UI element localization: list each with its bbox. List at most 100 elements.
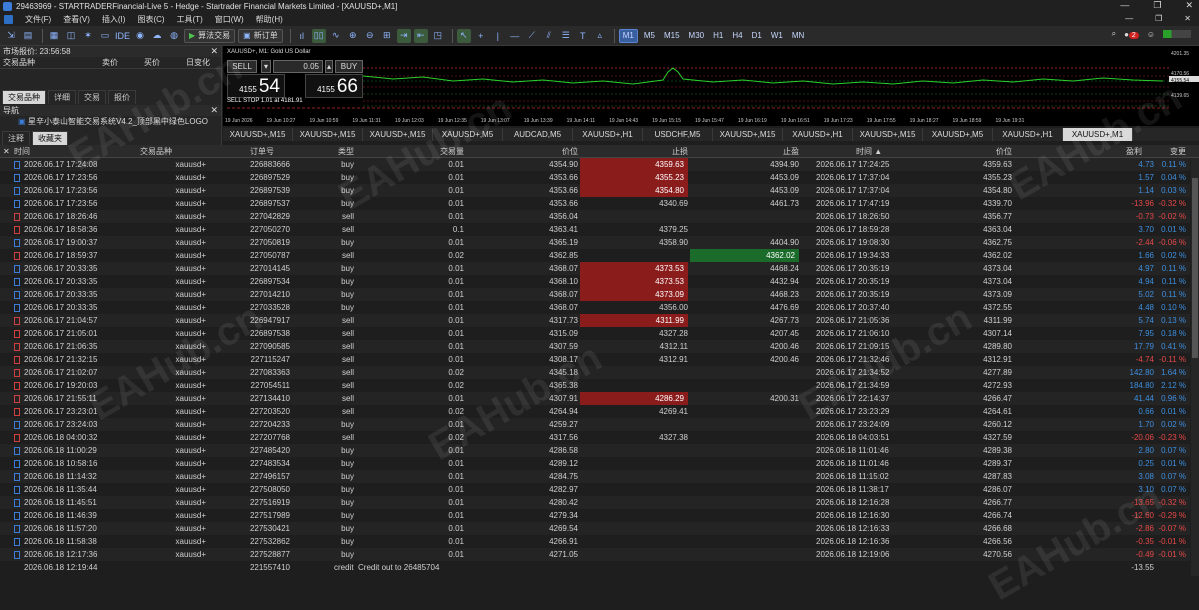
mdi-minimize-icon[interactable]: — <box>1125 14 1133 23</box>
table-row[interactable]: 2026.06.18 11:14:32 xauusd+ 227496157 buy 0.… <box>0 470 1190 483</box>
col-symbol[interactable]: 交易品种 <box>140 145 206 158</box>
table-row[interactable]: 2026.06.17 17:23:56 xauusd+ 226897529 buy 0.… <box>0 171 1190 184</box>
sell-button[interactable]: SELL <box>227 60 257 73</box>
close-icon[interactable]: ✕ <box>210 105 218 116</box>
lot-up-icon[interactable]: ▴ <box>325 60 333 73</box>
table-row[interactable]: 2026.06.18 10:58:16 xauusd+ 227483534 buy 0.… <box>0 457 1190 470</box>
col-ticket[interactable]: 订单号 <box>250 145 290 158</box>
table-row[interactable]: 2026.06.18 11:45:51 xauusd+ 227516919 buy 0.… <box>0 496 1190 509</box>
new-chart-icon[interactable]: ⇲ <box>4 29 18 43</box>
chart-tab[interactable]: XAUUSD+,M15 <box>853 128 923 141</box>
time-axis[interactable]: 19 Jun 2026 19 Jun 10:27 19 Jun 10:59 19 Ju… <box>223 118 1169 126</box>
table-row[interactable]: 2026.06.18 12:17:36 xauusd+ 227528877 buy 0.… <box>0 548 1190 561</box>
market-icon[interactable]: ◍ <box>167 29 181 43</box>
tf-m15[interactable]: M15 <box>661 29 683 43</box>
tab-comments[interactable]: 注释 <box>2 131 30 145</box>
channel-icon[interactable]: ⫽ <box>542 29 556 43</box>
table-row[interactable]: 2026.06.17 21:32:15 xauusd+ 227115247 sell 0… <box>0 353 1190 366</box>
col-open-price[interactable]: 价位 <box>562 145 578 158</box>
mdi-restore-icon[interactable]: ❐ <box>1155 14 1162 23</box>
autoscroll-icon[interactable]: ⇥ <box>396 28 411 43</box>
sell-price[interactable]: 4155 54 <box>227 74 285 98</box>
tab-details[interactable]: 详细 <box>48 90 76 104</box>
table-row[interactable]: 2026.06.17 21:04:57 xauusd+ 226947917 sell 0… <box>0 314 1190 327</box>
col-volume[interactable]: 交易量 <box>440 145 464 158</box>
chart-shift-icon[interactable]: ⇤ <box>413 28 428 43</box>
chart-tab[interactable]: XAUUSD+,H1 <box>573 128 643 141</box>
terminal-icon[interactable]: ▭ <box>98 29 112 43</box>
close-icon[interactable]: ✕ <box>3 145 10 158</box>
profiles-icon[interactable]: ▤ <box>21 29 35 43</box>
search-icon[interactable]: ⌕ <box>1112 29 1116 39</box>
tf-m1[interactable]: M1 <box>618 28 638 43</box>
chart-tab[interactable]: XAUUSD+,M5 <box>433 128 503 141</box>
close-icon[interactable]: ✕ <box>210 46 218 57</box>
table-row[interactable]: 2026.06.17 18:58:36 xauusd+ 227050270 sell 0… <box>0 223 1190 236</box>
tf-m5[interactable]: M5 <box>641 29 658 43</box>
new-order-button[interactable]: ▣ 新订单 <box>238 28 283 43</box>
table-row[interactable]: 2026.06.17 20:33:35 xauusd+ 227014210 buy 0.… <box>0 288 1190 301</box>
shapes-icon[interactable]: ▵ <box>593 29 607 43</box>
data-window-icon[interactable]: ◫ <box>64 29 78 43</box>
account-icon[interactable]: ☺ <box>1147 30 1155 39</box>
table-row[interactable]: 2026.06.17 21:02:07 xauusd+ 227083363 sell 0… <box>0 366 1190 379</box>
minimize-icon[interactable]: — <box>1120 0 1129 11</box>
algo-trading-button[interactable]: ▶ 算法交易 <box>184 28 236 43</box>
col-open-time[interactable]: 时间 <box>14 145 30 158</box>
cursor-icon[interactable]: ↖ <box>456 28 471 43</box>
chart-tab[interactable]: XAUUSD+,M15 <box>293 128 363 141</box>
close-icon[interactable]: ✕ <box>1185 0 1193 11</box>
bar-chart-icon[interactable]: ıl <box>295 29 309 43</box>
zoom-in-icon[interactable]: ⊕ <box>346 29 360 43</box>
market-watch-icon[interactable]: ▦ <box>47 29 61 43</box>
col-type[interactable]: 类型 <box>338 145 354 158</box>
chart-tab[interactable]: XAUUSD+,M15 <box>223 128 293 141</box>
chart-tab[interactable]: XAUUSD+,H1 <box>783 128 853 141</box>
table-row[interactable]: 2026.06.17 17:23:56 xauusd+ 226897539 buy 0.… <box>0 184 1190 197</box>
mdi-close-icon[interactable]: ✕ <box>1184 14 1191 23</box>
vertical-scrollbar[interactable] <box>1191 158 1199 576</box>
text-icon[interactable]: T <box>576 29 590 43</box>
col-close-time[interactable]: 时间 ▲ <box>856 145 896 158</box>
tf-mn[interactable]: MN <box>789 29 807 43</box>
tf-w1[interactable]: W1 <box>768 29 786 43</box>
tab-symbols[interactable]: 交易品种 <box>2 90 46 104</box>
menu-insert[interactable]: 插入(I) <box>102 14 126 25</box>
table-row[interactable]: 2026.06.17 21:05:01 xauusd+ 226897538 sell 0… <box>0 327 1190 340</box>
screenshot-icon[interactable]: ◳ <box>431 29 445 43</box>
chart-tab[interactable]: XAUUSD+,M15 <box>713 128 783 141</box>
chart-tab[interactable]: XAUUSD+,M1 <box>1063 128 1133 141</box>
menu-file[interactable]: 文件(F) <box>25 14 51 25</box>
table-row[interactable]: 2026.06.18 11:00:29 xauusd+ 227485420 buy 0.… <box>0 444 1190 457</box>
tf-h4[interactable]: H4 <box>729 29 745 43</box>
table-row[interactable]: 2026.06.18 11:46:39 xauusd+ 227517989 buy 0.… <box>0 509 1190 522</box>
table-row[interactable]: 2026.06.17 17:24:08 xauusd+ 226883666 buy 0.… <box>0 158 1190 171</box>
chart-tab[interactable]: XAUUSD+,H1 <box>993 128 1063 141</box>
table-row[interactable]: 2026.06.17 17:23:56 xauusd+ 226897537 buy 0.… <box>0 197 1190 210</box>
chart-tab[interactable]: USDCHF,M5 <box>643 128 713 141</box>
tab-trading[interactable]: 交易 <box>78 90 106 104</box>
zoom-out-icon[interactable]: ⊖ <box>363 29 377 43</box>
col-tp[interactable]: 止盈 <box>783 145 799 158</box>
menu-window[interactable]: 窗口(W) <box>215 14 244 25</box>
line-chart-icon[interactable]: ∿ <box>329 29 343 43</box>
candlestick-icon[interactable]: ▯▯ <box>311 28 326 43</box>
price-chart[interactable]: XAUUSD+, M1: Gold US Dollar SELL ▾ 0.05 … <box>223 46 1199 126</box>
table-row[interactable]: 2026.06.17 21:06:35 xauusd+ 227090585 sell 0… <box>0 340 1190 353</box>
col-profit[interactable]: 盈利 <box>1126 145 1142 158</box>
table-row[interactable]: 2026.06.17 18:59:37 xauusd+ 227050787 sell 0… <box>0 249 1190 262</box>
col-bid[interactable]: 卖价 <box>70 57 118 68</box>
navigator-icon[interactable]: ✶ <box>81 29 95 43</box>
table-row-credit[interactable]: 2026.06.18 12:19:44 221557410 credit Credit… <box>0 561 1190 574</box>
table-row[interactable]: 2026.06.17 23:23:01 xauusd+ 227203520 sell 0… <box>0 405 1190 418</box>
table-row[interactable]: 2026.06.18 11:35:44 xauusd+ 227508050 buy 0.… <box>0 483 1190 496</box>
table-row[interactable]: 2026.06.17 23:24:03 xauusd+ 227204233 buy 0.… <box>0 418 1190 431</box>
menu-help[interactable]: 帮助(H) <box>256 14 283 25</box>
chart-tab[interactable]: XAUUSD+,M15 <box>363 128 433 141</box>
crosshair-icon[interactable]: + <box>474 29 488 43</box>
col-symbol[interactable]: 交易品种 <box>0 57 70 68</box>
table-row[interactable]: 2026.06.17 19:20:03 xauusd+ 227054511 sell 0… <box>0 379 1190 392</box>
col-daily-change[interactable]: 日变化 <box>160 57 210 68</box>
navigator-ea-item[interactable]: ▣ 星辛小泰山智能交易系统V4.2_顶部黑中绿色LOGO <box>0 116 221 127</box>
chart-tab[interactable]: XAUUSD+,M5 <box>923 128 993 141</box>
